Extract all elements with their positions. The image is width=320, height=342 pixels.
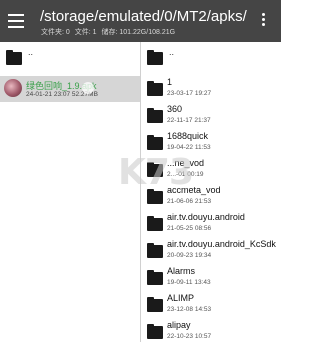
folder-row[interactable]: 360 22-11-17 21:37: [141, 102, 281, 129]
folder-row[interactable]: alipay 22-10-23 10:57: [141, 318, 281, 342]
folder-icon: [147, 50, 163, 65]
folder-row[interactable]: 1688quick 19-04-22 11:53: [141, 129, 281, 156]
folder-date: 22-11-17 21:37: [167, 117, 211, 124]
parent-dir-label: ..: [169, 47, 175, 57]
folder-icon: [147, 108, 163, 123]
folder-date: 21-05-25 08:56: [167, 225, 212, 232]
folder-icon: [147, 189, 163, 204]
folder-date: 19-04-22 11:53: [167, 144, 211, 151]
folder-date: 22-10-23 10:57: [167, 333, 212, 340]
apk-app-icon: [4, 79, 22, 97]
folder-icon: [6, 50, 22, 65]
folder-name: alipay: [167, 320, 191, 330]
parent-dir-row[interactable]: ..: [141, 42, 281, 72]
parent-dir-row[interactable]: ..: [0, 42, 140, 72]
selected-file-row[interactable]: 绿色回响_1.9.apk 24-01-21 23:07 52.27MB: [0, 76, 140, 102]
folder-icon: [147, 243, 163, 258]
more-options-icon[interactable]: [261, 13, 267, 29]
touch-indicator: [82, 82, 94, 94]
folder-date: 23-03-17 19:27: [167, 90, 212, 97]
folder-row[interactable]: air.tv.douyu.android_KcSdk 20-09-23 19:3…: [141, 237, 281, 264]
folder-date: 19-09-11 13:43: [167, 279, 211, 286]
folder-row[interactable]: ALIMP 23-12-08 14:53: [141, 291, 281, 318]
folder-row[interactable]: 1 23-03-17 19:27: [141, 75, 281, 102]
folder-name: ALIMP: [167, 293, 195, 303]
folder-date: 20-09-23 19:34: [167, 252, 212, 259]
folder-name: 360: [167, 104, 183, 114]
folder-name: air.tv.douyu.android: [167, 212, 245, 222]
folder-icon: [147, 162, 163, 177]
folder-name: Alarms: [167, 266, 196, 276]
parent-dir-label: ..: [28, 47, 34, 57]
folder-name: ...ne_vod: [167, 158, 205, 168]
storage-info: 储存: 101.22G/108.21G: [101, 29, 176, 36]
left-file-pane: .. 绿色回响_1.9.apk 24-01-21 23:07 52.27MB: [0, 42, 140, 342]
current-path: /storage/emulated/0/MT2/apks/: [40, 8, 247, 25]
folder-icon: [147, 270, 163, 285]
folder-name: 1: [167, 77, 173, 87]
folder-count: 文件夹: 0: [41, 29, 70, 36]
folder-row[interactable]: Alarms 19-09-11 13:43: [141, 264, 281, 291]
folder-date: 2...-01 00:19: [167, 171, 204, 178]
folder-icon: [147, 324, 163, 339]
folder-name: air.tv.douyu.android_KcSdk: [167, 239, 276, 249]
folder-icon: [147, 81, 163, 96]
app-bar: /storage/emulated/0/MT2/apks/ 文件夹: 0 文件:…: [0, 0, 281, 42]
folder-row[interactable]: ...ne_vod 2...-01 00:19: [141, 156, 281, 183]
folder-icon: [147, 216, 163, 231]
right-file-pane: .. 1 23-03-17 19:27 360 22-11-17 21:37 1…: [141, 42, 281, 342]
folder-name: 1688quick: [167, 131, 209, 141]
folder-name: accmeta_vod: [167, 185, 221, 195]
path-info: 文件夹: 0 文件: 1 储存: 101.22G/108.21G: [41, 29, 178, 37]
folder-row[interactable]: accmeta_vod 21-06-06 21:53: [141, 183, 281, 210]
folder-icon: [147, 135, 163, 150]
menu-icon[interactable]: [8, 14, 24, 28]
folder-date: 23-12-08 14:53: [167, 306, 212, 313]
folder-icon: [147, 297, 163, 312]
folder-date: 21-06-06 21:53: [167, 198, 212, 205]
folder-row[interactable]: air.tv.douyu.android 21-05-25 08:56: [141, 210, 281, 237]
file-count: 文件: 1: [74, 29, 97, 36]
